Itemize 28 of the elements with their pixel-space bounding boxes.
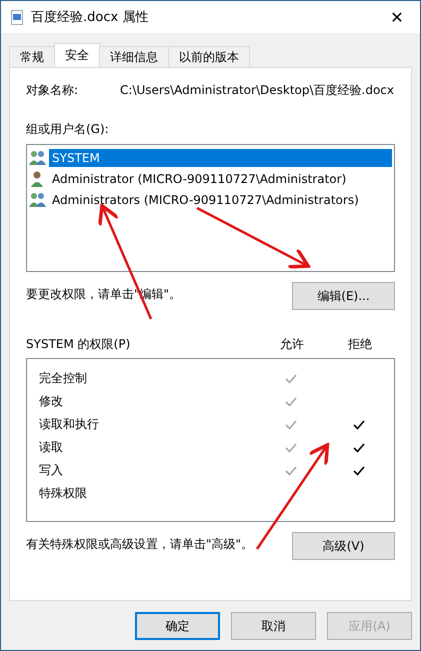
permission-name: 写入 [39, 462, 64, 479]
window-title: 百度经验.docx 属性 [31, 9, 150, 26]
column-header: 拒绝 [348, 336, 372, 353]
tab[interactable]: 常规 [9, 46, 55, 67]
list-item[interactable]: SYSTEM [49, 148, 392, 166]
close-button[interactable]: ✕ [374, 1, 420, 33]
object-path: C:\Users\Administrator\Desktop\百度经验.docx [120, 82, 394, 99]
list-item[interactable]: Administrator (MICRO-909110727\Administrator) [49, 170, 392, 188]
tab[interactable]: 安全 [54, 43, 100, 67]
column-header: 允许 [280, 336, 304, 353]
permission-name: 读取和执行 [39, 416, 100, 433]
list-label: SYSTEM 的权限(P) [26, 336, 130, 353]
permission-name: 特殊权限 [39, 485, 88, 502]
dialog-button[interactable]: 取消 [231, 612, 316, 640]
edit-button[interactable]: 编辑(E)... [292, 282, 395, 310]
field-label: 对象名称: [26, 82, 78, 99]
users-icon [29, 192, 47, 208]
document-icon [11, 10, 23, 24]
hint-text: 有关特殊权限或高级设置，请单击"高级"。 [26, 536, 254, 553]
users-icon [29, 150, 47, 166]
tab[interactable]: 以前的版本 [168, 46, 250, 67]
advanced-button[interactable]: 高级(V) [292, 532, 395, 560]
permission-name: 完全控制 [39, 370, 88, 387]
list-item[interactable]: Administrators (MICRO-909110727\Administrators) [49, 190, 392, 208]
list-label: 组或用户名(G): [26, 121, 110, 138]
permission-name: 修改 [39, 393, 64, 410]
dialog-button[interactable]: 确定 [135, 612, 220, 640]
permission-name: 读取 [39, 439, 64, 456]
